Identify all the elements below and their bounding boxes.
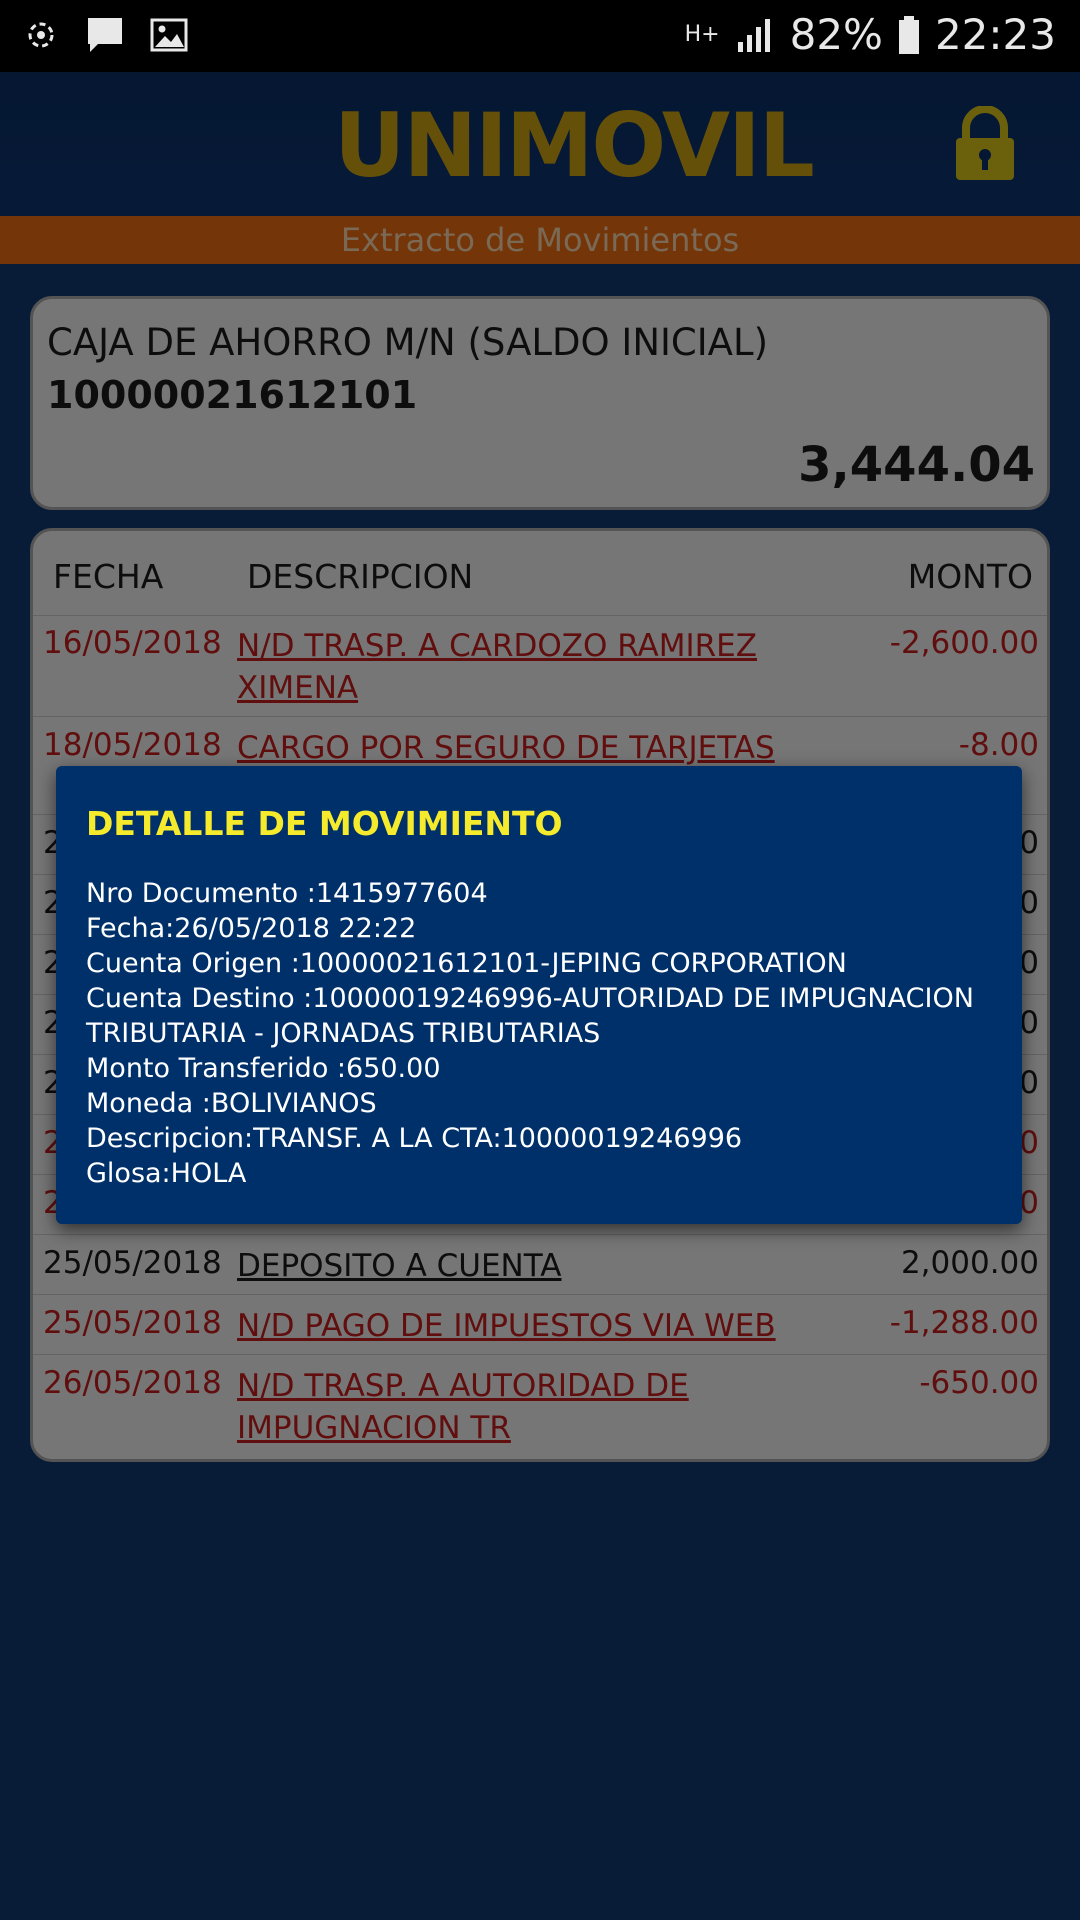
status-bar: H+ 82% 22:23: [0, 0, 1080, 72]
status-icons-right: H+ 82% 22:23: [685, 10, 1056, 59]
chat-icon: [88, 18, 122, 52]
detail-description: Descripcion:TRANSF. A LA CTA:10000019246…: [86, 1123, 743, 1154]
detail-currency: Moneda :BOLIVIANOS: [86, 1088, 377, 1119]
battery-percent: 82%: [789, 10, 883, 59]
dialog-title: DETALLE DE MOVIMIENTO: [86, 804, 563, 843]
detail-destination-account-cont: TRIBUTARIA - JORNADAS TRIBUTARIAS: [86, 1018, 601, 1049]
sync-icon: [28, 22, 54, 48]
network-type: H+: [684, 21, 720, 47]
detail-amount: Monto Transferido :650.00: [86, 1053, 441, 1084]
detail-destination-account: Cuenta Destino :10000019246996-AUTORIDAD…: [86, 983, 974, 1014]
detail-date: Fecha:26/05/2018 22:22: [86, 913, 417, 944]
detail-gloss: Glosa:HOLA: [86, 1158, 247, 1189]
signal-icon: [737, 18, 770, 52]
image-icon: [150, 18, 188, 52]
dialog-details: Nro Documento :1415977604 Fecha:26/05/20…: [86, 876, 996, 1191]
detail-document-number: Nro Documento :1415977604: [86, 878, 488, 909]
battery-icon: [898, 15, 919, 54]
clock: 22:23: [934, 10, 1056, 59]
status-icons-left: [20, 14, 190, 56]
movement-detail-dialog[interactable]: DETALLE DE MOVIMIENTO Nro Documento :141…: [56, 766, 1022, 1224]
detail-source-account: Cuenta Origen :10000021612101-JEPING COR…: [86, 948, 847, 979]
